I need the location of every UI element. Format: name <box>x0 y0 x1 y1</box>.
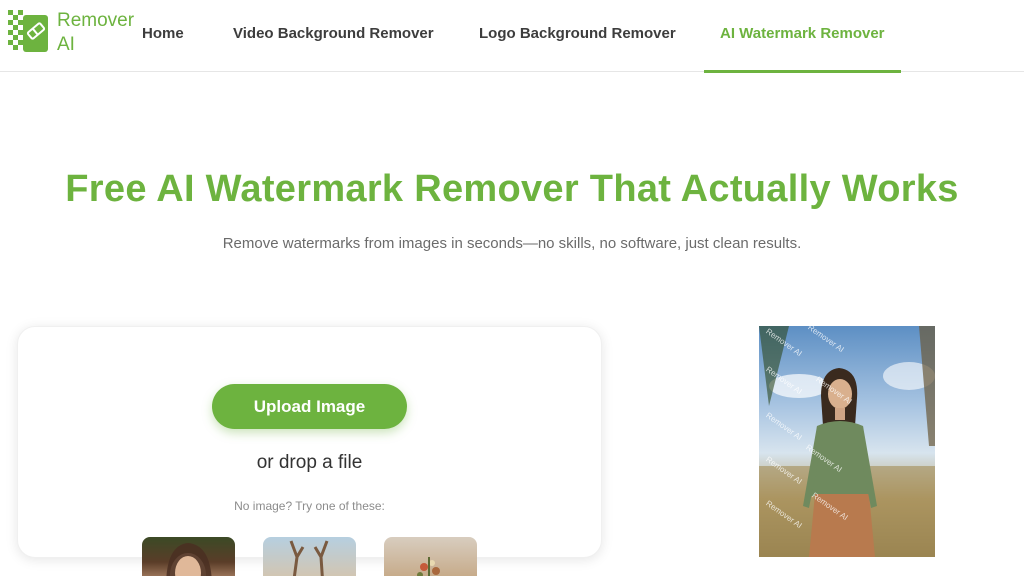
upload-dropzone[interactable] <box>17 326 602 558</box>
eraser-logo-icon <box>8 10 48 52</box>
watermarked-preview-image: Remover AI Remover AI Remover AI Remover… <box>759 326 935 557</box>
nav-logo-background-remover[interactable]: Logo Background Remover <box>479 25 676 42</box>
sample-prompt: No image? Try one of these: <box>234 499 385 513</box>
page-subtitle: Remove watermarks from images in seconds… <box>222 235 802 252</box>
nav-ai-watermark-remover[interactable]: AI Watermark Remover <box>720 25 885 42</box>
sample-image-antlers[interactable] <box>263 537 356 576</box>
brand-name: Remover AI <box>57 10 135 55</box>
top-nav: Remover AI Home Video Background Remover… <box>0 0 1024 73</box>
upload-image-button[interactable]: Upload Image <box>212 384 407 429</box>
sample-image-flowers[interactable] <box>384 537 477 576</box>
sample-image-portrait[interactable] <box>142 537 235 576</box>
brand-logo[interactable]: Remover AI <box>8 10 134 55</box>
page-title: Free AI Watermark Remover That Actually … <box>65 168 959 210</box>
nav-home[interactable]: Home <box>142 25 184 42</box>
drop-file-text: or drop a file <box>256 452 363 473</box>
active-tab-indicator <box>704 70 901 73</box>
nav-video-background-remover[interactable]: Video Background Remover <box>233 25 434 42</box>
